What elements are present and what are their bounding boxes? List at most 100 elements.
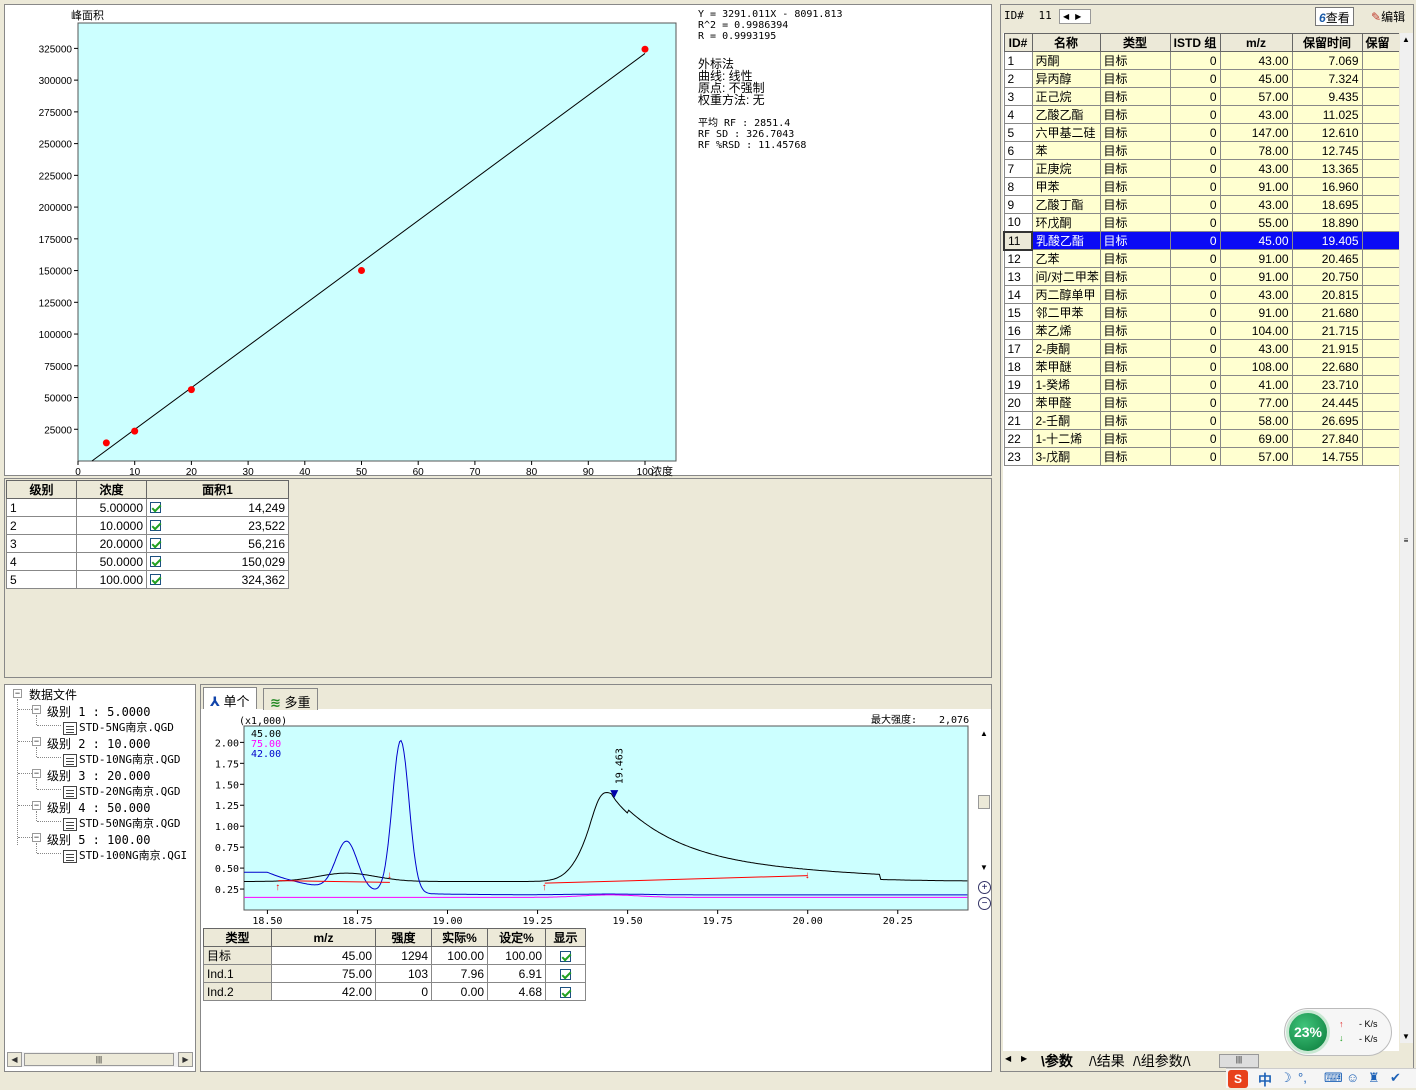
compound-istd[interactable]: 0 <box>1169 195 1221 214</box>
compound-id[interactable]: 21 <box>1003 411 1033 430</box>
vscroll-thumb[interactable]: ≡ <box>1400 536 1412 548</box>
compound-rt[interactable]: 12.745 <box>1291 141 1363 160</box>
compound-mz[interactable]: 45.00 <box>1219 69 1293 88</box>
compound-row[interactable]: 20 苯甲醛 目标 0 77.00 24.445 <box>1003 393 1399 412</box>
compound-rt-window[interactable] <box>1361 249 1399 268</box>
area-checkbox[interactable] <box>150 520 161 531</box>
compound-istd[interactable]: 0 <box>1169 249 1221 268</box>
compound-mz[interactable]: 43.00 <box>1219 285 1293 304</box>
compound-row[interactable]: 23 3-戊酮 目标 0 57.00 14.755 <box>1003 447 1399 466</box>
compound-row[interactable]: 19 1-癸烯 目标 0 41.00 23.710 <box>1003 375 1399 394</box>
compound-type[interactable]: 目标 <box>1099 429 1171 448</box>
compound-name[interactable]: 2-壬酮 <box>1031 411 1101 430</box>
compound-rt[interactable]: 20.465 <box>1291 249 1363 268</box>
col-concentration[interactable]: 浓度 <box>76 480 147 499</box>
compound-name[interactable]: 苯 <box>1031 141 1101 160</box>
compound-rt-window[interactable] <box>1361 411 1399 430</box>
ion-show-cell[interactable] <box>545 982 586 1001</box>
compound-id[interactable]: 1 <box>1003 51 1033 70</box>
compound-rt-window[interactable] <box>1361 159 1399 178</box>
compound-rt-window[interactable] <box>1361 393 1399 412</box>
compound-type[interactable]: 目标 <box>1099 303 1171 322</box>
compound-mz[interactable]: 57.00 <box>1219 447 1293 466</box>
compound-rt-window[interactable] <box>1361 447 1399 466</box>
compound-istd[interactable]: 0 <box>1169 429 1221 448</box>
compound-rt-window[interactable] <box>1361 105 1399 124</box>
tree-level[interactable]: 级别 2 : 10.000 <box>47 735 150 752</box>
area-cell[interactable]: 56,216 <box>146 534 289 553</box>
concentration-cell[interactable]: 10.0000 <box>76 516 147 535</box>
compound-rt[interactable]: 24.445 <box>1291 393 1363 412</box>
compound-type[interactable]: 目标 <box>1099 447 1171 466</box>
compound-istd[interactable]: 0 <box>1169 123 1221 142</box>
compound-istd[interactable]: 0 <box>1169 447 1221 466</box>
col-mz[interactable]: m/z <box>271 928 376 947</box>
compound-id[interactable]: 7 <box>1003 159 1033 178</box>
compound-row[interactable]: 6 苯目标 0 78.00 12.745 <box>1003 141 1399 160</box>
compound-name[interactable]: 甲苯 <box>1031 177 1101 196</box>
collapse-level-icon[interactable]: − <box>32 737 41 746</box>
area-cell[interactable]: 324,362 <box>146 570 289 589</box>
col-actual[interactable]: 实际% <box>431 928 488 947</box>
ion-set[interactable]: 6.91 <box>487 964 546 983</box>
compound-rt-window[interactable] <box>1361 429 1399 448</box>
compound-mz[interactable]: 58.00 <box>1219 411 1293 430</box>
compound-name[interactable]: 丙酮 <box>1031 51 1101 70</box>
compound-rt[interactable]: 7.069 <box>1291 51 1363 70</box>
compound-rt[interactable]: 18.695 <box>1291 195 1363 214</box>
level-row[interactable]: 5 100.000 324,362 <box>6 570 289 589</box>
compound-name[interactable]: 3-戊酮 <box>1031 447 1101 466</box>
compound-id[interactable]: 18 <box>1003 357 1033 376</box>
compound-name[interactable]: 苯甲醛 <box>1031 393 1101 412</box>
compound-istd[interactable]: 0 <box>1169 357 1221 376</box>
level-row[interactable]: 1 5.00000 14,249 <box>6 498 289 517</box>
compound-row[interactable]: 1 丙酮 目标 0 43.00 7.069 <box>1003 51 1399 70</box>
tab-next-icon[interactable]: ▶ <box>1021 1054 1027 1063</box>
ion-mz[interactable]: 45.00 <box>271 946 376 965</box>
col-name[interactable]: 名称 <box>1031 33 1101 52</box>
compound-rt[interactable]: 21.680 <box>1291 303 1363 322</box>
compound-istd[interactable]: 0 <box>1169 393 1221 412</box>
compound-id[interactable]: 6 <box>1003 141 1033 160</box>
compound-mz[interactable]: 43.00 <box>1219 159 1293 178</box>
zoom-in-icon[interactable]: + <box>978 881 991 894</box>
concentration-cell[interactable]: 100.000 <box>76 570 147 589</box>
compound-name[interactable]: 环戊酮 <box>1031 213 1101 232</box>
compound-id[interactable]: 11 <box>1003 230 1033 251</box>
tab-prev-icon[interactable]: ◀ <box>1005 1054 1011 1063</box>
compound-rt-window[interactable] <box>1361 213 1399 232</box>
tree-level[interactable]: 级别 1 : 5.0000 <box>47 703 150 720</box>
compound-istd[interactable]: 0 <box>1169 285 1221 304</box>
compound-rt[interactable]: 14.755 <box>1291 447 1363 466</box>
col-rt2[interactable]: 保留 <box>1361 33 1399 52</box>
compound-rt[interactable]: 13.365 <box>1291 159 1363 178</box>
compound-row[interactable]: 8 甲苯 目标 0 91.00 16.960 <box>1003 177 1399 196</box>
compound-name[interactable]: 1-十二烯 <box>1031 429 1101 448</box>
col-id[interactable]: ID# <box>1003 33 1033 52</box>
area-checkbox[interactable] <box>150 574 161 585</box>
area-checkbox[interactable] <box>150 502 161 513</box>
ime-mode[interactable]: 中 <box>1258 1070 1272 1090</box>
compound-mz[interactable]: 147.00 <box>1219 123 1293 142</box>
tab-multi[interactable]: ≋ 多重 <box>263 688 318 710</box>
ion-show-cell[interactable] <box>545 964 586 983</box>
compound-mz[interactable]: 43.00 <box>1219 51 1293 70</box>
ion-set[interactable]: 100.00 <box>487 946 546 965</box>
compound-istd[interactable]: 0 <box>1169 177 1221 196</box>
vscroll-up-icon[interactable]: ▲ <box>1402 35 1410 44</box>
col-cmz[interactable]: m/z <box>1219 33 1293 52</box>
compound-row[interactable]: 3 正己烷 目标 0 57.00 9.435 <box>1003 87 1399 106</box>
compound-name[interactable]: 乙苯 <box>1031 249 1101 268</box>
compound-row[interactable]: 15 邻二甲苯 目标 0 91.00 21.680 <box>1003 303 1399 322</box>
compound-rt[interactable]: 23.710 <box>1291 375 1363 394</box>
compound-type[interactable]: 目标 <box>1099 249 1171 268</box>
compound-row[interactable]: 10 环戊酮 目标 0 55.00 18.890 <box>1003 213 1399 232</box>
compound-name[interactable]: 乙酸丁酯 <box>1031 195 1101 214</box>
tab-group-params[interactable]: /\组参数/\ <box>1133 1051 1191 1071</box>
compound-id[interactable]: 23 <box>1003 447 1033 466</box>
tree-hscrollbar[interactable]: ◀ ||| ▶ <box>7 1052 193 1067</box>
compound-rt-window[interactable] <box>1361 195 1399 214</box>
compound-type[interactable]: 目标 <box>1099 339 1171 358</box>
compound-type[interactable]: 目标 <box>1099 195 1171 214</box>
compound-istd[interactable]: 0 <box>1169 69 1221 88</box>
